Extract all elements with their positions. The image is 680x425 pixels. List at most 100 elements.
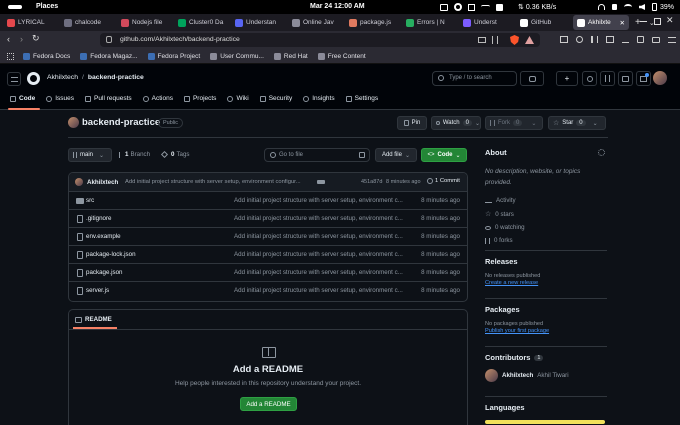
pull-requests-button[interactable]	[600, 71, 615, 86]
tab-insights[interactable]: Insights	[303, 95, 335, 102]
search-input[interactable]: Type / to search	[432, 71, 517, 86]
leo-ai-icon[interactable]	[576, 36, 583, 43]
brave-shields-icon[interactable]	[510, 35, 519, 45]
repo-title[interactable]: backend-practice	[82, 117, 160, 128]
tab-pull-requests[interactable]: Pull requests	[85, 95, 132, 102]
status-icons[interactable]: 39%	[598, 3, 674, 11]
contributors-heading[interactable]: Contributors	[485, 353, 530, 362]
dev-tray-icon[interactable]	[496, 3, 503, 11]
add-readme-button[interactable]: Add a README	[240, 397, 297, 411]
browser-tab[interactable]: Akhilxte ✕	[573, 15, 629, 30]
user-avatar[interactable]	[653, 71, 667, 85]
file-commit-message[interactable]: Add initial project structure with serve…	[234, 287, 408, 294]
readme-tab[interactable]: README	[75, 316, 112, 323]
address-bar[interactable]: github.com/Akhilxtech/backend-practice	[100, 33, 540, 47]
tags-link[interactable]: 0 Tags	[160, 150, 190, 159]
wallet-icon[interactable]	[652, 36, 660, 43]
browser-tab[interactable]: Underst	[459, 15, 515, 30]
add-file-button[interactable]: Add file ⌄	[375, 148, 417, 162]
sidebar-icon[interactable]	[560, 36, 568, 43]
file-row[interactable]: .gitignore Add initial project structure …	[68, 209, 468, 227]
create-new-button[interactable]: +	[556, 71, 578, 86]
browser-tab[interactable]: Online Jav	[288, 15, 344, 30]
go-to-file-input[interactable]: Go to file	[264, 148, 370, 162]
tab-wiki[interactable]: Wiki	[227, 95, 249, 102]
commit-message[interactable]: Add initial project structure with serve…	[125, 179, 315, 185]
tab-security[interactable]: Security	[259, 95, 292, 102]
tab-settings[interactable]: Settings	[345, 95, 378, 102]
owner-link[interactable]: Akhilxtech	[47, 74, 78, 81]
terminal-icon[interactable]	[440, 3, 448, 11]
wave-tray-icon[interactable]	[481, 5, 490, 9]
watch-button[interactable]: Watch 0 ⌄	[431, 116, 481, 130]
activity-link[interactable]: Activity	[485, 197, 610, 204]
issues-button[interactable]	[582, 71, 597, 86]
file-row[interactable]: src Add initial project structure with se…	[68, 191, 468, 209]
bookmark-item[interactable]: Red Hat	[273, 52, 308, 60]
site-info-icon[interactable]	[106, 36, 112, 43]
watching-link[interactable]: 0 watching	[485, 224, 610, 231]
window-maximize-button[interactable]	[654, 18, 661, 25]
places-menu[interactable]: Places	[36, 3, 58, 10]
tabs-icon[interactable]	[606, 36, 614, 43]
discussions-button[interactable]	[618, 71, 633, 86]
bookmark-item[interactable]: User Commu...	[210, 52, 264, 60]
translate-icon[interactable]	[492, 36, 498, 44]
file-name[interactable]: src	[86, 197, 94, 204]
bookmark-item[interactable]: Fedora Docs	[23, 52, 70, 60]
file-commit-message[interactable]: Add initial project structure with serve…	[234, 197, 408, 204]
bookmark-item[interactable]: Fedora Project	[147, 52, 200, 60]
browser-tab[interactable]: Understan	[231, 15, 287, 30]
copilot-button[interactable]	[520, 71, 544, 86]
tab-issues[interactable]: Issues	[46, 95, 74, 102]
repo-link[interactable]: backend-practice	[88, 74, 144, 81]
file-commit-message[interactable]: Add initial project structure with serve…	[234, 215, 408, 222]
browser-tab[interactable]: package.js	[345, 15, 401, 30]
tab-code[interactable]: Code	[10, 95, 35, 102]
activities-indicator[interactable]	[8, 5, 22, 9]
file-commit-message[interactable]: Add initial project structure with serve…	[234, 269, 408, 276]
branches-link[interactable]: 1 Branch	[119, 151, 150, 158]
browser-tab[interactable]: chalcode	[60, 15, 116, 30]
extensions-icon[interactable]	[637, 36, 644, 43]
contributor-item[interactable]: Akhilxtech Akhil Tiwari	[485, 369, 610, 382]
browser-tab[interactable]: Cluster0 Da	[174, 15, 230, 30]
rewards-icon[interactable]	[525, 36, 534, 44]
publish-package-link[interactable]: Publish your first package	[485, 328, 610, 334]
about-settings-gear-icon[interactable]	[598, 149, 605, 156]
bookmark-item[interactable]: Fedora Magaz...	[80, 52, 138, 60]
library-icon[interactable]	[591, 36, 598, 43]
branch-select[interactable]: main ⌄	[68, 148, 112, 162]
file-name[interactable]: package.json	[86, 269, 122, 276]
file-row[interactable]: package.json Add initial project structur…	[68, 263, 468, 281]
file-name[interactable]: package-lock.json	[86, 251, 136, 258]
pin-button[interactable]: Pin	[397, 116, 427, 130]
forks-link[interactable]: 0 forks	[485, 237, 610, 244]
url-text[interactable]: github.com/Akhilxtech/backend-practice	[120, 36, 240, 43]
file-name[interactable]: env.example	[86, 233, 121, 240]
file-name[interactable]: .gitignore	[86, 215, 111, 222]
system-clock[interactable]: Mar 24 12:00 AM	[310, 3, 365, 10]
box-tray-icon[interactable]	[468, 3, 475, 11]
menu-icon[interactable]	[668, 36, 676, 43]
file-row[interactable]: package-lock.json Add initial project str…	[68, 245, 468, 263]
github-logo-icon[interactable]	[27, 72, 40, 85]
star-button[interactable]: ☆ Star 0 ⌄	[548, 116, 606, 130]
create-release-link[interactable]: Create a new release	[485, 280, 610, 286]
browser-tab[interactable]: GitHub	[516, 15, 572, 30]
inbox-button[interactable]	[636, 71, 651, 86]
file-commit-message[interactable]: Add initial project structure with serve…	[234, 233, 408, 240]
commit-author[interactable]: Akhilxtech	[87, 179, 118, 186]
tab-close-icon[interactable]: ✕	[620, 19, 625, 27]
window-close-button[interactable]: ✕	[666, 15, 674, 26]
commit-expand-button[interactable]	[317, 180, 325, 184]
hamburger-menu-button[interactable]	[7, 72, 21, 86]
forward-icon[interactable]: ›	[20, 34, 23, 44]
chrome-tray-icon[interactable]	[454, 3, 462, 11]
browser-tab[interactable]: Errors | N	[402, 15, 458, 30]
browser-tab[interactable]: LYRICAL	[3, 15, 59, 30]
apps-grid-icon[interactable]	[7, 52, 14, 60]
file-commit-message[interactable]: Add initial project structure with serve…	[234, 251, 408, 258]
file-name[interactable]: server.js	[86, 287, 109, 294]
code-button[interactable]: <> Code ⌄	[421, 148, 467, 162]
